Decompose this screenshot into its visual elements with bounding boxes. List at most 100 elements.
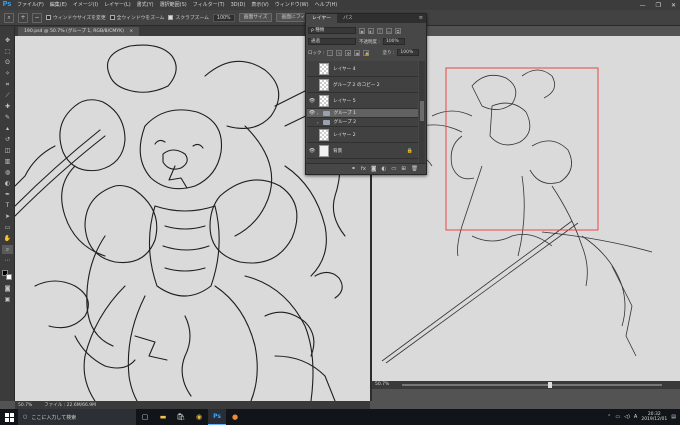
store-icon[interactable]: 🛍 <box>172 409 190 425</box>
group-row-selected[interactable]: 👁 › グループ 1 <box>307 109 418 118</box>
fx-icon[interactable]: fx <box>361 166 366 172</box>
lock-artboard-icon[interactable]: ▣ <box>354 49 361 56</box>
zoom-slider[interactable] <box>402 382 662 388</box>
task-view-icon[interactable]: ▢ <box>136 409 154 425</box>
zoom-tool-icon[interactable]: ⌕ <box>2 245 13 254</box>
crop-tool-icon[interactable]: ⌗ <box>2 80 13 89</box>
filter-pixel-icon[interactable]: ▣ <box>359 27 365 34</box>
filter-type-icon[interactable]: T <box>377 27 383 34</box>
tab-paths[interactable]: パス <box>337 14 359 23</box>
zoom-out-icon[interactable]: − <box>32 12 42 23</box>
filter-shape-icon[interactable]: ▭ <box>386 27 392 34</box>
lock-paint-icon[interactable]: ✎ <box>336 49 343 56</box>
blend-mode-select[interactable]: 通過 <box>308 38 356 45</box>
notification-icon[interactable]: ▤ <box>671 414 676 420</box>
explorer-icon[interactable]: ▬ <box>154 409 172 425</box>
tab-close-icon[interactable]: × <box>129 29 133 34</box>
menu-item[interactable]: 書式(Y) <box>134 0 157 10</box>
scrollbar-thumb[interactable] <box>420 101 424 121</box>
document-tab[interactable]: 190.psd @ 50.7% (グループ 1, RGB/8/CMYK) × <box>18 27 140 36</box>
dodge-tool-icon[interactable]: ◐ <box>2 179 13 188</box>
group-row[interactable]: › グループ 2 <box>307 118 418 127</box>
panel-menu-icon[interactable]: ≡ <box>419 14 423 23</box>
photoshop-icon[interactable]: Ps <box>208 409 226 425</box>
menu-item[interactable]: ヘルプ(H) <box>312 0 341 10</box>
menu-item[interactable]: フィルター(T) <box>190 0 228 10</box>
layer-row[interactable]: グループ 2 のコピー 2 <box>307 77 418 93</box>
marquee-tool-icon[interactable]: ⬚ <box>2 47 13 56</box>
menu-item[interactable]: 表示(V) <box>248 0 271 10</box>
tray-chevron-icon[interactable]: ⌃ <box>607 414 611 420</box>
fill-field[interactable]: 100% <box>397 49 420 56</box>
history-brush-icon[interactable]: ↺ <box>2 135 13 144</box>
hand-tool-icon[interactable]: ✋ <box>2 234 13 243</box>
type-tool-icon[interactable]: T <box>2 201 13 210</box>
screen-mode-icon[interactable]: ▣ <box>2 295 13 304</box>
lock-position-icon[interactable]: ✥ <box>345 49 352 56</box>
fit-screen-button[interactable]: 画面サイズ <box>238 13 273 22</box>
mask-icon[interactable]: ◙ <box>371 166 376 172</box>
eye-icon[interactable]: 👁 <box>307 110 317 116</box>
layer-list-scrollbar[interactable] <box>419 61 425 163</box>
menu-item[interactable]: 選択範囲(S) <box>157 0 190 10</box>
eraser-tool-icon[interactable]: ◫ <box>2 146 13 155</box>
chrome-icon[interactable]: ◉ <box>190 409 208 425</box>
zoom-slider-handle[interactable] <box>548 382 552 388</box>
more-tools-icon[interactable]: ⋯ <box>2 256 13 265</box>
zoom-all-checkbox[interactable]: 全ウィンドウをズーム <box>109 14 164 21</box>
zoom-icon[interactable]: ⌕ <box>4 12 14 23</box>
restore-button[interactable]: ❐ <box>656 2 661 9</box>
close-button[interactable]: ✕ <box>671 2 676 9</box>
healing-brush-icon[interactable]: ✚ <box>2 102 13 111</box>
layer-filter-select[interactable]: ρ 種類 <box>308 27 356 34</box>
ime-icon[interactable]: A <box>634 414 637 420</box>
menu-item[interactable]: 3D(D) <box>228 0 249 10</box>
app-icon[interactable]: ● <box>226 409 244 425</box>
folder-icon[interactable]: ▭ <box>391 166 396 172</box>
network-icon[interactable]: ▭ <box>615 414 620 420</box>
magic-wand-icon[interactable]: ✧ <box>2 69 13 78</box>
taskbar-search[interactable]: ○ ここに入力して検索 <box>18 409 136 425</box>
background-color-swatch[interactable] <box>6 274 12 280</box>
volume-icon[interactable]: ◁) <box>624 414 630 420</box>
new-layer-icon[interactable]: ⊞ <box>401 166 406 172</box>
clock[interactable]: 20:32 2019/12/01 <box>641 412 667 422</box>
background-layer-row[interactable]: 👁 背景 🔒 <box>307 143 418 159</box>
pen-tool-icon[interactable]: ✒ <box>2 190 13 199</box>
expand-arrow-icon[interactable]: › <box>317 120 319 125</box>
menu-item[interactable]: ウィンドウ(W) <box>272 0 312 10</box>
eye-icon[interactable]: 👁 <box>307 148 317 154</box>
minimize-button[interactable]: — <box>640 2 646 9</box>
quick-mask-icon[interactable]: ◙ <box>2 284 13 293</box>
eye-icon[interactable]: 👁 <box>307 98 317 104</box>
lock-all-icon[interactable]: 🔒 <box>363 49 370 56</box>
tab-layers[interactable]: レイヤー <box>306 14 338 23</box>
gradient-tool-icon[interactable]: ▥ <box>2 157 13 166</box>
trash-icon[interactable]: 🗑 <box>411 166 418 172</box>
eyedropper-icon[interactable]: ⟋ <box>2 91 13 100</box>
resize-windows-checkbox[interactable]: ウィンドウサイズを変更 <box>46 14 106 21</box>
filter-smart-icon[interactable]: ⧉ <box>395 27 401 34</box>
brush-tool-icon[interactable]: ✎ <box>2 113 13 122</box>
layer-row[interactable]: 👁 レイヤー 5 <box>307 93 418 109</box>
menu-item[interactable]: ファイル(F) <box>14 0 47 10</box>
move-tool-icon[interactable]: ✥ <box>2 36 13 45</box>
shape-tool-icon[interactable]: ▭ <box>2 223 13 232</box>
path-select-icon[interactable]: ➤ <box>2 212 13 221</box>
zoom-value-field[interactable]: 100% <box>212 13 235 22</box>
scrubby-zoom-checkbox[interactable]: スクラブズーム <box>168 14 209 21</box>
start-button[interactable] <box>0 409 18 425</box>
menu-item[interactable]: 編集(E) <box>47 0 70 10</box>
filter-adjust-icon[interactable]: ◐ <box>368 27 374 34</box>
stamp-tool-icon[interactable]: ▴ <box>2 124 13 133</box>
layer-row[interactable]: レイヤー 4 <box>307 61 418 77</box>
link-icon[interactable]: ⚭ <box>351 166 356 172</box>
zoom-in-icon[interactable]: + <box>18 12 28 23</box>
layer-row[interactable]: レイヤー 2 <box>307 127 418 143</box>
opacity-field[interactable]: 100% <box>382 38 405 45</box>
lasso-tool-icon[interactable]: ʘ <box>2 58 13 67</box>
menu-item[interactable]: レイヤー(L) <box>101 0 134 10</box>
menu-item[interactable]: イメージ(I) <box>70 0 101 10</box>
expand-arrow-icon[interactable]: › <box>317 111 319 116</box>
blur-tool-icon[interactable]: ◍ <box>2 168 13 177</box>
